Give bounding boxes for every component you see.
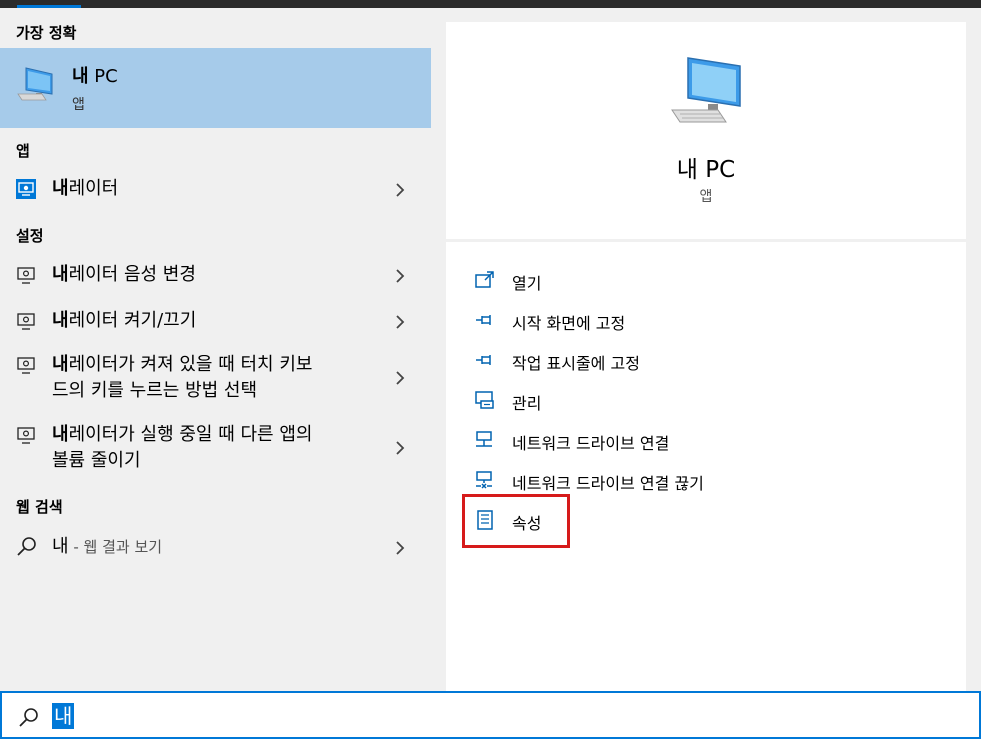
manage-icon xyxy=(474,390,496,414)
app-narrator-item[interactable]: 내레이터 xyxy=(0,174,431,204)
narrator-settings-icon xyxy=(16,355,38,381)
pin-icon xyxy=(474,350,496,374)
action-pin-start[interactable]: 시작 화면에 고정 xyxy=(474,306,944,336)
search-icon xyxy=(16,536,38,562)
setting-label: 내레이터가 켜져 있을 때 터치 키보 드의 키를 누르는 방법 선택 xyxy=(52,354,313,401)
setting-item[interactable]: 내레이터 음성 변경 xyxy=(0,260,431,290)
detail-pane: 내 PC 앱 열기 시작 화면에 고정 작업 표시줄에 고정 관리 네트워크 드… xyxy=(446,22,966,691)
setting-item[interactable]: 내레이터가 실행 중일 때 다른 앱의 볼륨 줄이기 xyxy=(0,420,431,476)
search-input[interactable]: 내 xyxy=(52,703,75,729)
chevron-right-icon[interactable] xyxy=(392,314,408,330)
search-icon xyxy=(18,707,40,733)
setting-item[interactable]: 내레이터 켜기/끄기 xyxy=(0,306,431,336)
chevron-right-icon[interactable] xyxy=(392,182,408,198)
detail-title: 내 PC xyxy=(676,157,736,183)
section-apps: 앱 xyxy=(16,142,30,160)
best-match-item[interactable]: 내 PC 앱 xyxy=(0,48,431,128)
section-settings: 설정 xyxy=(16,227,44,245)
chevron-right-icon[interactable] xyxy=(392,440,408,456)
best-match-title: 내 PC xyxy=(72,66,118,87)
network-drive-icon xyxy=(474,430,496,454)
app-narrator-label: 내레이터 xyxy=(52,178,119,199)
search-box[interactable]: 내 xyxy=(0,691,981,739)
this-pc-icon xyxy=(16,64,56,108)
action-open[interactable]: 열기 xyxy=(474,266,944,296)
pin-icon xyxy=(474,310,496,334)
narrator-settings-icon xyxy=(16,425,38,451)
chevron-right-icon[interactable] xyxy=(392,268,408,284)
top-bar xyxy=(0,0,981,8)
detail-type: 앱 xyxy=(699,189,713,205)
action-map-network-drive[interactable]: 네트워크 드라이브 연결 xyxy=(474,426,944,456)
network-drive-disconnect-icon xyxy=(474,470,496,494)
web-search-item[interactable]: 내 - 웹 결과 보기 xyxy=(0,532,431,562)
section-best-match: 가장 정확 xyxy=(16,24,77,42)
setting-label: 내레이터 켜기/끄기 xyxy=(52,310,197,331)
results-pane: 가장 정확 내 PC 앱 앱 내레이터 설정 내레이터 음성 변경 내레이터 켜… xyxy=(0,8,431,691)
red-highlight-box xyxy=(462,494,570,548)
setting-item[interactable]: 내레이터가 켜져 있을 때 터치 키보 드의 키를 누르는 방법 선택 xyxy=(0,350,431,406)
open-icon xyxy=(474,270,496,294)
chevron-right-icon[interactable] xyxy=(392,370,408,386)
action-disconnect-network-drive[interactable]: 네트워크 드라이브 연결 끊기 xyxy=(474,466,944,496)
narrator-settings-icon xyxy=(16,311,38,337)
this-pc-large-icon xyxy=(668,54,744,130)
setting-label: 내레이터 음성 변경 xyxy=(52,264,196,285)
best-match-type: 앱 xyxy=(72,97,85,113)
web-search-label: 내 - 웹 결과 보기 xyxy=(52,536,163,557)
action-manage[interactable]: 관리 xyxy=(474,386,944,416)
narrator-app-icon xyxy=(16,179,36,203)
setting-label: 내레이터가 실행 중일 때 다른 앱의 볼륨 줄이기 xyxy=(52,424,313,471)
narrator-settings-icon xyxy=(16,265,38,291)
chevron-right-icon[interactable] xyxy=(392,540,408,556)
action-pin-taskbar[interactable]: 작업 표시줄에 고정 xyxy=(474,346,944,376)
detail-header: 내 PC 앱 xyxy=(446,22,966,242)
section-web-search: 웹 검색 xyxy=(16,498,63,516)
